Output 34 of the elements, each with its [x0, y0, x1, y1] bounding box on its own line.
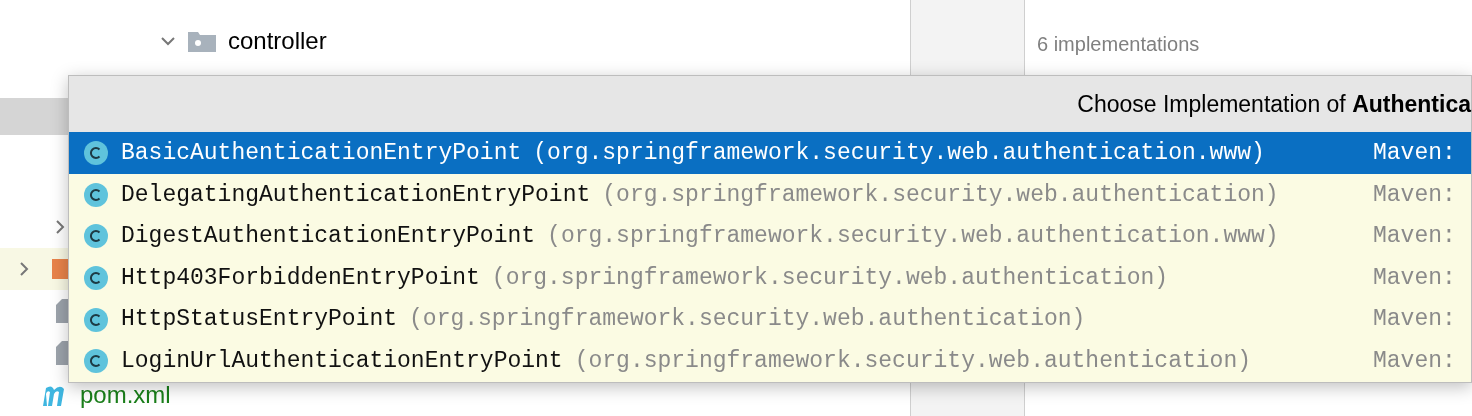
source-label: Maven: [1373, 305, 1457, 335]
source-label: Maven: [1373, 139, 1457, 168]
class-name: BasicAuthenticationEntryPoint [121, 139, 522, 168]
implementation-item[interactable]: LoginUrlAuthenticationEntryPoint (org.springframework.security.web.authentication) Maven: [69, 340, 1471, 382]
implementation-item[interactable]: BasicAuthenticationEntryPoint (org.springframework.security.web.authentication.www) Maven: [69, 132, 1471, 175]
source-label: Maven: [1373, 222, 1457, 252]
package-name: (org.springframework.security.web.authentication.www) [533, 139, 1265, 168]
package-name: (org.springframework.security.web.authentication) [574, 346, 1251, 376]
package-name: (org.springframework.security.web.authentication) [409, 305, 1086, 335]
class-icon [83, 348, 109, 375]
class-icon [83, 223, 109, 250]
popup-title: Choose Implementation of Authentica [1077, 89, 1471, 119]
package-name: (org.springframework.security.web.authentication) [491, 263, 1169, 293]
implementations-count: 6 implementations [1037, 32, 1201, 57]
implementation-item[interactable]: DelegatingAuthenticationEntryPoint (org.springframework.security.web.authentication) Maven: [69, 174, 1471, 216]
class-name: LoginUrlAuthenticationEntryPoint [121, 346, 563, 376]
class-icon [83, 140, 109, 167]
class-name: HttpStatusEntryPoint [121, 305, 398, 335]
class-icon [83, 265, 109, 292]
implementation-item[interactable]: DigestAuthenticationEntryPoint (org.springframework.security.web.authentication.www) Maven: [69, 215, 1471, 258]
source-label: Maven: [1373, 180, 1457, 210]
implementation-item[interactable]: HttpStatusEntryPoint (org.springframework.security.web.authentication) Maven: [69, 298, 1471, 341]
implementation-item[interactable]: Http403ForbiddenEntryPoint (org.springframework.security.web.authentication) Maven: [69, 257, 1471, 299]
package-name: (org.springframework.security.web.authentication) [602, 180, 1279, 210]
source-label: Maven: [1373, 263, 1457, 293]
tree-item-label[interactable]: controller [228, 23, 327, 59]
source-label: Maven: [1373, 346, 1457, 376]
folder-icon [188, 30, 216, 52]
class-name: Http403ForbiddenEntryPoint [121, 263, 480, 293]
package-name: (org.springframework.security.web.authentication.www) [547, 222, 1279, 252]
class-name: DelegatingAuthenticationEntryPoint [121, 180, 591, 210]
class-icon [83, 306, 109, 333]
class-name: DigestAuthenticationEntryPoint [121, 222, 536, 252]
class-icon [83, 181, 109, 208]
